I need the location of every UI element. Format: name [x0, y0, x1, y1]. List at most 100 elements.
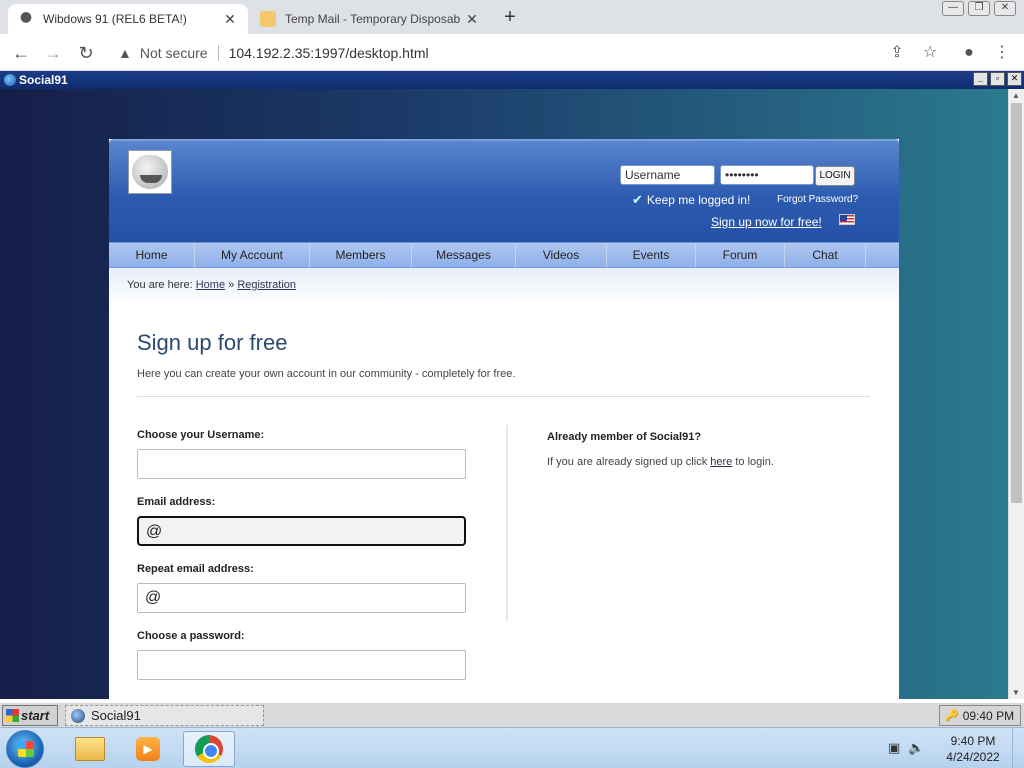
- tab-title: Wibdows 91 (REL6 BETA!): [43, 12, 187, 26]
- forgot-password-link[interactable]: Forgot Password?: [777, 194, 858, 205]
- system-clock[interactable]: 9:40 PM 4/24/2022: [940, 733, 1006, 765]
- address-bar[interactable]: ▲ Not secure 104.192.2.35:1997/desktop.h…: [110, 38, 880, 67]
- signup-link[interactable]: Sign up now for free!: [711, 215, 822, 229]
- vertical-scrollbar[interactable]: ▲ ▼: [1008, 89, 1024, 699]
- intro-text: Here you can create your own account in …: [137, 368, 516, 380]
- back-button[interactable]: ←: [8, 40, 34, 66]
- wibdows-favicon-icon: [18, 11, 34, 27]
- already-member-text-before: If you are already signed up click: [547, 456, 708, 468]
- windows-logo-icon: [6, 709, 19, 722]
- password-input[interactable]: [137, 650, 466, 680]
- breadcrumb-prefix: You are here:: [127, 279, 193, 291]
- scroll-down-icon[interactable]: ▼: [1012, 688, 1020, 697]
- inner-maximize-button[interactable]: ▫: [990, 72, 1005, 86]
- column-divider: [506, 425, 508, 621]
- media-player-icon[interactable]: ▶: [122, 731, 174, 767]
- menu-item-home[interactable]: Home: [109, 243, 195, 267]
- menu-kebab-icon[interactable]: ⋮: [989, 40, 1015, 66]
- inner-close-button[interactable]: ✕: [1007, 72, 1022, 86]
- bookmark-star-icon[interactable]: ☆: [917, 40, 943, 66]
- login-password-input[interactable]: ••••••••: [720, 165, 814, 185]
- tab-close-icon[interactable]: ✕: [222, 11, 238, 28]
- login-username-input[interactable]: Username: [620, 165, 715, 185]
- taskbar-item-label: Social91: [91, 708, 141, 723]
- forward-button[interactable]: →: [40, 40, 66, 66]
- login-button[interactable]: LOGIN: [815, 166, 855, 186]
- key-icon: 🔑: [945, 710, 959, 722]
- repeat-email-label: Repeat email address:: [137, 563, 254, 575]
- folder-icon: [75, 737, 105, 761]
- menu-item-members[interactable]: Members: [310, 243, 412, 267]
- browser-tab-bar: Wibdows 91 (REL6 BETA!) ✕ Temp Mail - Te…: [0, 0, 1024, 34]
- security-label: Not secure: [139, 44, 208, 61]
- inner-window-controls: _ ▫ ✕: [973, 72, 1022, 86]
- network-icon[interactable]: ▣: [888, 740, 900, 756]
- main-menu: Home My Account Members Messages Videos …: [109, 242, 899, 268]
- page-title: Sign up for free: [137, 330, 288, 355]
- profile-icon[interactable]: ●: [956, 40, 982, 66]
- keep-logged-in-label: Keep me logged in!: [646, 193, 751, 207]
- volume-icon[interactable]: 🔈: [908, 740, 924, 756]
- share-icon[interactable]: ⇪: [884, 40, 910, 66]
- breadcrumb-separator: »: [228, 279, 235, 291]
- social91-window-titlebar: Social91 _ ▫ ✕: [0, 71, 1024, 89]
- tray-icons: ▣ 🔈: [888, 740, 924, 756]
- username-label: Choose your Username:: [137, 429, 265, 441]
- keep-logged-in[interactable]: ✔ Keep me logged in!: [632, 192, 750, 208]
- page-viewport: Username •••••••• LOGIN ✔ Keep me logged…: [0, 89, 1008, 699]
- already-member-text: If you are already signed up click here …: [547, 456, 774, 468]
- menu-item-forum[interactable]: Forum: [696, 243, 785, 267]
- us-flag-icon[interactable]: [839, 214, 855, 225]
- window-title: Social91: [19, 73, 68, 87]
- inner-minimize-button[interactable]: _: [973, 72, 988, 86]
- scroll-up-icon[interactable]: ▲: [1012, 91, 1020, 100]
- login-here-link[interactable]: here: [710, 456, 732, 468]
- menu-item-my-account[interactable]: My Account: [195, 243, 310, 267]
- tab-close-icon[interactable]: ✕: [464, 11, 480, 28]
- repeat-email-input[interactable]: @: [137, 583, 466, 613]
- windows-taskbar: ▶ ▣ 🔈 9:40 PM 4/24/2022: [0, 727, 1024, 768]
- chrome-icon[interactable]: [183, 731, 235, 767]
- menu-item-videos[interactable]: Videos: [516, 243, 607, 267]
- tab-wibdows[interactable]: Wibdows 91 (REL6 BETA!) ✕: [8, 4, 248, 34]
- show-desktop-button[interactable]: [1012, 728, 1024, 768]
- clock-date: 4/24/2022: [946, 750, 1000, 764]
- close-window-button[interactable]: ✕: [994, 1, 1016, 16]
- browser-toolbar: ← → ↻ ▲ Not secure 104.192.2.35:1997/des…: [0, 34, 1024, 71]
- username-input[interactable]: [137, 449, 466, 479]
- tray-clock: 09:40 PM: [962, 708, 1015, 723]
- taskbar-item-social91[interactable]: Social91: [65, 705, 264, 726]
- site-container: Username •••••••• LOGIN ✔ Keep me logged…: [109, 139, 899, 699]
- start-orb-icon[interactable]: [6, 730, 44, 768]
- site-logo[interactable]: [128, 150, 172, 194]
- restore-button[interactable]: ❐: [968, 1, 990, 16]
- address-divider: [217, 44, 219, 61]
- globe-icon: [4, 74, 16, 86]
- play-icon: ▶: [136, 737, 160, 761]
- tab-temp-mail[interactable]: Temp Mail - Temporary Disposab ✕: [250, 4, 490, 34]
- new-tab-button[interactable]: +: [498, 6, 522, 30]
- window-controls: — ❐ ✕: [942, 1, 1016, 16]
- temp-mail-favicon-icon: [260, 11, 276, 27]
- breadcrumb-current-link[interactable]: Registration: [237, 279, 296, 291]
- already-member-text-after: to login.: [735, 456, 774, 468]
- warning-icon: ▲: [118, 44, 132, 61]
- menu-item-messages[interactable]: Messages: [412, 243, 516, 267]
- reload-button[interactable]: ↻: [73, 40, 99, 66]
- email-label: Email address:: [137, 496, 216, 508]
- menu-item-chat[interactable]: Chat: [785, 243, 866, 267]
- checkmark-icon[interactable]: ✔: [632, 192, 643, 208]
- wibdows-taskbar: start Social91 🔑 09:40 PM: [0, 702, 1024, 727]
- breadcrumb-home-link[interactable]: Home: [196, 279, 225, 291]
- minimize-button[interactable]: —: [942, 1, 964, 16]
- tab-title: Temp Mail - Temporary Disposab: [285, 12, 461, 26]
- menu-item-events[interactable]: Events: [607, 243, 696, 267]
- start-button[interactable]: start: [2, 705, 58, 726]
- already-member-title: Already member of Social91?: [547, 431, 702, 443]
- scrollbar-thumb[interactable]: [1011, 103, 1022, 503]
- start-label: start: [21, 708, 50, 723]
- chrome-logo-icon: [195, 735, 223, 763]
- email-input[interactable]: @: [137, 516, 466, 546]
- trollface-icon: [132, 155, 168, 189]
- file-explorer-icon[interactable]: [64, 731, 116, 767]
